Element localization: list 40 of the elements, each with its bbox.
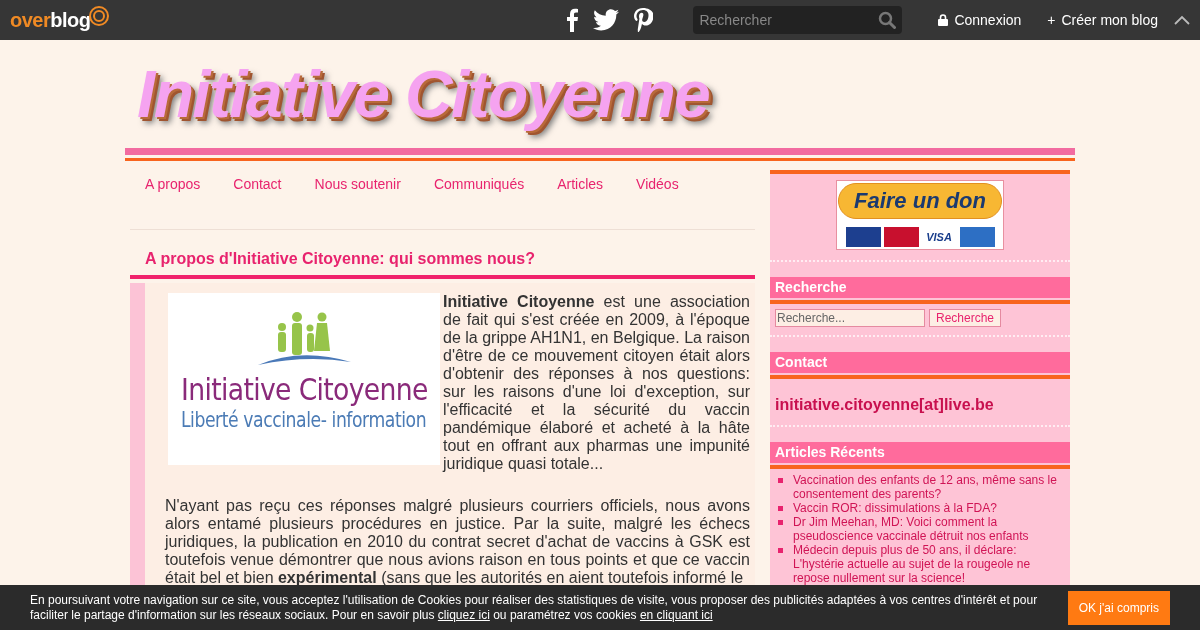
swirl-icon — [88, 5, 111, 27]
login-link[interactable]: Connexion — [938, 9, 1022, 31]
bullet-icon — [778, 506, 783, 511]
search-field[interactable]: Recherche... — [775, 309, 925, 327]
article-title: A propos d'Initiative Citoyenne: qui sommes nous? — [144, 249, 536, 269]
widget-heading: Recherche — [770, 277, 1070, 298]
donate-button[interactable]: Faire un don VISA — [836, 180, 1004, 250]
accept-button[interactable]: OK j'ai compris — [1067, 590, 1170, 625]
nav-link[interactable]: Vidéos — [636, 174, 679, 229]
nav-link[interactable]: Contact — [233, 174, 282, 229]
bird-icon[interactable] — [593, 9, 620, 31]
bullet-icon — [778, 548, 783, 553]
chevron-up-icon[interactable] — [1174, 15, 1190, 25]
logo-text[interactable]: overblog — [10, 5, 91, 35]
search-icon[interactable] — [878, 11, 897, 29]
nav-link[interactable]: Communiqués — [433, 174, 525, 229]
lock-icon — [938, 14, 949, 26]
widget-heading: Contact — [770, 352, 1070, 373]
bullet-icon — [778, 520, 783, 525]
cookie-notice: En poursuivant votre navigation sur ce site, vous acceptez l'utilisation de Cookies pour réaliser des statistiques de visite, vous proposer des publicités adaptées à vos centres d'intérêt et pour faciliter le partage d'information sur les réseaux sociaux. Pour en savoir plus cliquez ici ou paramétrez vos cookies en cliquant ici — [30, 592, 1039, 623]
article-link[interactable]: Dr Jim Meehan, MD: Voici comment la pseudoscience vaccinale détruit nos enfants — [793, 515, 1062, 543]
facebook-icon[interactable] — [565, 8, 580, 32]
nav-link[interactable]: A propos — [145, 174, 201, 229]
article-link[interactable]: Vaccination des enfants de 12 ans, même sans le consentement des parents? — [793, 473, 1062, 501]
widget-heading: Articles Récents — [770, 442, 1070, 463]
article-paragraph: Initiative Citoyenne est une association de fait qui s'est créée en 2009, à l'époque de la grippe AH1N1, en Belgique. La raison d'être de ce mouvement citoyen était alors d'obtenir des réponses à nos questions: sur les raisons d'une loi d'exception, sur l'efficacité et la sécurité du vaccin pandémique élaboré et acheté à la hâte tout en offrant aux pharmas une impunité juridique quasi totale... — [443, 293, 750, 473]
nav-link[interactable]: Nous soutenir — [314, 174, 401, 229]
search-button[interactable]: Recherche — [929, 309, 1002, 327]
cookie-link[interactable]: en cliquant ici — [639, 607, 713, 622]
create-blog-link[interactable]: + Créer mon blog — [1047, 9, 1158, 31]
article-link[interactable]: Vaccin ROR: dissimulations à la FDA? — [793, 501, 997, 515]
article-link[interactable]: Médecin depuis plus de 50 ans, il déclare: L'hystérie actuelle au sujet de la rougeole ne repose nullement sur la science! — [793, 543, 1062, 585]
email-link[interactable]: initiative.citoyenne[at]live.be — [775, 396, 994, 413]
nav-link[interactable]: Articles — [557, 174, 604, 229]
logo-title: Initiative Citoyenne — [180, 371, 428, 407]
pin-icon[interactable] — [633, 8, 654, 32]
logo-subtitle: Liberté vaccinale- information — [181, 407, 427, 433]
bullet-icon — [778, 478, 783, 483]
cookie-link[interactable]: cliquez ici — [437, 607, 490, 622]
article-paragraph: N'ayant pas reçu ces réponses malgré plusieurs courriers officiels, nous avons alors entamé plusieurs procédures en justice. Par la suite, malgré les échecs juridiques, la publication en 2010 du contrat secret d'achat de vaccins à GSK est toutefois venue démontrer que nous avions raison en tous points et que ce vaccin était bel et bien expérimental (sans que les autorités en aient toutefois informé le — [165, 497, 750, 587]
